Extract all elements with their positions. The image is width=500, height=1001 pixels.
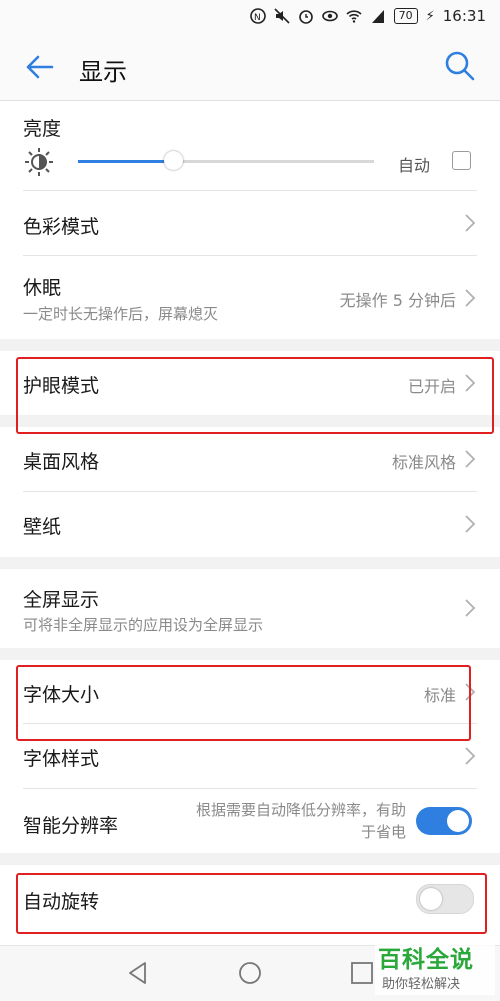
fullscreen-row[interactable]: 全屏显示 可将非全屏显示的应用设为全屏显示 [0, 569, 500, 648]
wifi-icon [346, 10, 362, 23]
wallpaper-row[interactable]: 壁纸 [0, 492, 500, 557]
brightness-slider-fill [78, 160, 173, 163]
sleep-subtitle: 一定时长无操作后，屏幕熄灭 [23, 305, 219, 323]
nav-back-icon[interactable] [125, 960, 151, 986]
fullscreen-label: 全屏显示 [23, 589, 100, 611]
smart-resolution-desc-line2: 于省电 [360, 823, 406, 841]
brightness-slider-knob[interactable] [163, 151, 183, 170]
chevron-right-icon [465, 599, 476, 617]
font-style-row[interactable]: 字体样式 [0, 724, 500, 788]
font-size-row[interactable]: 字体大小 标准 [0, 660, 500, 723]
app-bar: 显示 [0, 34, 500, 102]
home-style-value: 标准风格 [391, 453, 456, 472]
auto-rotate-row[interactable]: 自动旋转 [0, 865, 500, 931]
brightness-auto-label: 自动 [398, 156, 431, 175]
charging-icon: ⚡ [425, 8, 435, 24]
smart-resolution-desc: 根据需要自动降低分辨率，有助 于省电 [146, 799, 406, 843]
color-mode-row[interactable]: 色彩模式 [0, 191, 500, 255]
brightness-sun-icon [25, 148, 53, 176]
eye-icon [321, 10, 338, 22]
alarm-icon [298, 10, 313, 24]
brightness-slider[interactable] [78, 151, 374, 170]
eye-comfort-row[interactable]: 护眼模式 已开启 [0, 351, 500, 415]
nfc-icon: N [249, 8, 266, 24]
smart-resolution-label: 智能分辨率 [23, 815, 119, 837]
fullscreen-subtitle: 可将非全屏显示的应用设为全屏显示 [23, 616, 264, 634]
battery-indicator: 70 [393, 8, 418, 24]
search-icon[interactable] [444, 50, 476, 82]
smart-resolution-row[interactable]: 智能分辨率 根据需要自动降低分辨率，有助 于省电 [0, 789, 500, 853]
watermark-logo: 百科全说 助你轻松解决 [375, 940, 495, 995]
watermark-subtitle: 助你轻松解决 [382, 977, 461, 992]
nav-recents-icon[interactable] [349, 960, 375, 986]
font-size-value: 标准 [423, 686, 456, 705]
eye-comfort-value: 已开启 [407, 377, 456, 396]
status-bar: N 70 ⚡ 16:31 [0, 0, 500, 34]
home-style-label: 桌面风格 [23, 451, 100, 473]
color-mode-label: 色彩模式 [23, 216, 100, 238]
brightness-auto-checkbox[interactable] [452, 151, 471, 170]
nav-home-icon[interactable] [237, 960, 263, 986]
mute-icon [274, 8, 290, 24]
chevron-right-icon [465, 747, 476, 765]
smart-resolution-desc-line1: 根据需要自动降低分辨率，有助 [195, 801, 406, 819]
watermark-title: 百科全说 [378, 947, 474, 973]
font-size-label: 字体大小 [23, 684, 100, 706]
chevron-right-icon [465, 374, 476, 392]
chevron-right-icon [465, 450, 476, 468]
sleep-label: 休眠 [23, 277, 62, 299]
svg-text:N: N [254, 13, 261, 23]
auto-rotate-label: 自动旋转 [23, 891, 100, 913]
wallpaper-label: 壁纸 [23, 516, 62, 538]
chevron-right-icon [465, 515, 476, 533]
signal-icon [371, 10, 384, 23]
page-title: 显示 [79, 58, 127, 86]
auto-rotate-toggle[interactable] [416, 884, 474, 914]
status-time: 16:31 [442, 7, 486, 25]
sleep-value: 无操作 5 分钟后 [339, 291, 456, 310]
back-arrow-icon[interactable] [22, 50, 56, 84]
toggle-knob [420, 888, 442, 910]
toggle-knob [447, 810, 469, 832]
chevron-right-icon [465, 214, 476, 232]
home-style-row[interactable]: 桌面风格 标准风格 [0, 427, 500, 491]
chevron-right-icon [465, 289, 476, 307]
sleep-row[interactable]: 休眠 一定时长无操作后，屏幕熄灭 无操作 5 分钟后 [0, 256, 500, 339]
font-style-label: 字体样式 [23, 748, 100, 770]
brightness-label: 亮度 [23, 118, 62, 140]
eye-comfort-label: 护眼模式 [23, 375, 100, 397]
smart-resolution-toggle[interactable] [416, 807, 472, 835]
chevron-right-icon [465, 683, 476, 701]
